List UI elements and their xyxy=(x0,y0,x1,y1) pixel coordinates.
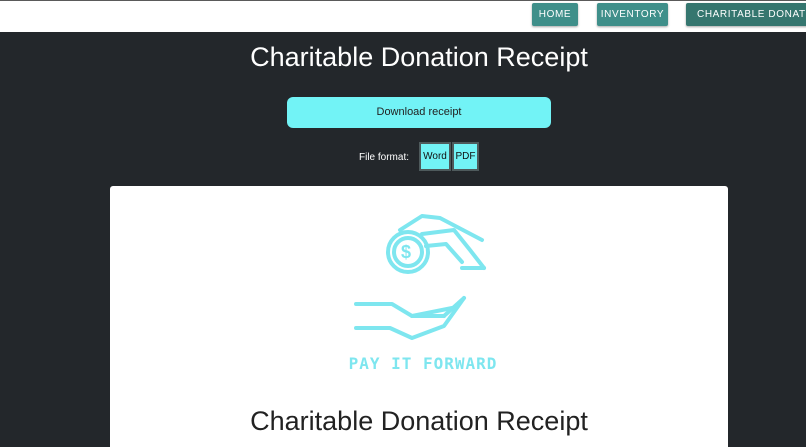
top-nav-bar: HOME INVENTORY CHARITABLE DONATION R xyxy=(0,0,806,32)
page-title: Charitable Donation Receipt xyxy=(250,42,588,72)
hand-giving-coin-icon: $ xyxy=(354,214,486,340)
file-format-label: File format: xyxy=(359,152,410,163)
download-receipt-button[interactable]: Download receipt xyxy=(287,97,551,128)
receipt-title: Charitable Donation Receipt xyxy=(250,406,588,436)
logo-tagline: PAY IT FORWARD xyxy=(348,354,498,373)
nav-charitable-donation-button[interactable]: CHARITABLE DONATION R xyxy=(686,3,806,26)
svg-text:$: $ xyxy=(401,242,411,262)
format-word-button[interactable]: Word xyxy=(419,142,451,171)
nav-inventory-button[interactable]: INVENTORY xyxy=(597,3,668,26)
nav-home-button[interactable]: HOME xyxy=(532,3,578,26)
format-pdf-button[interactable]: PDF xyxy=(452,142,479,171)
